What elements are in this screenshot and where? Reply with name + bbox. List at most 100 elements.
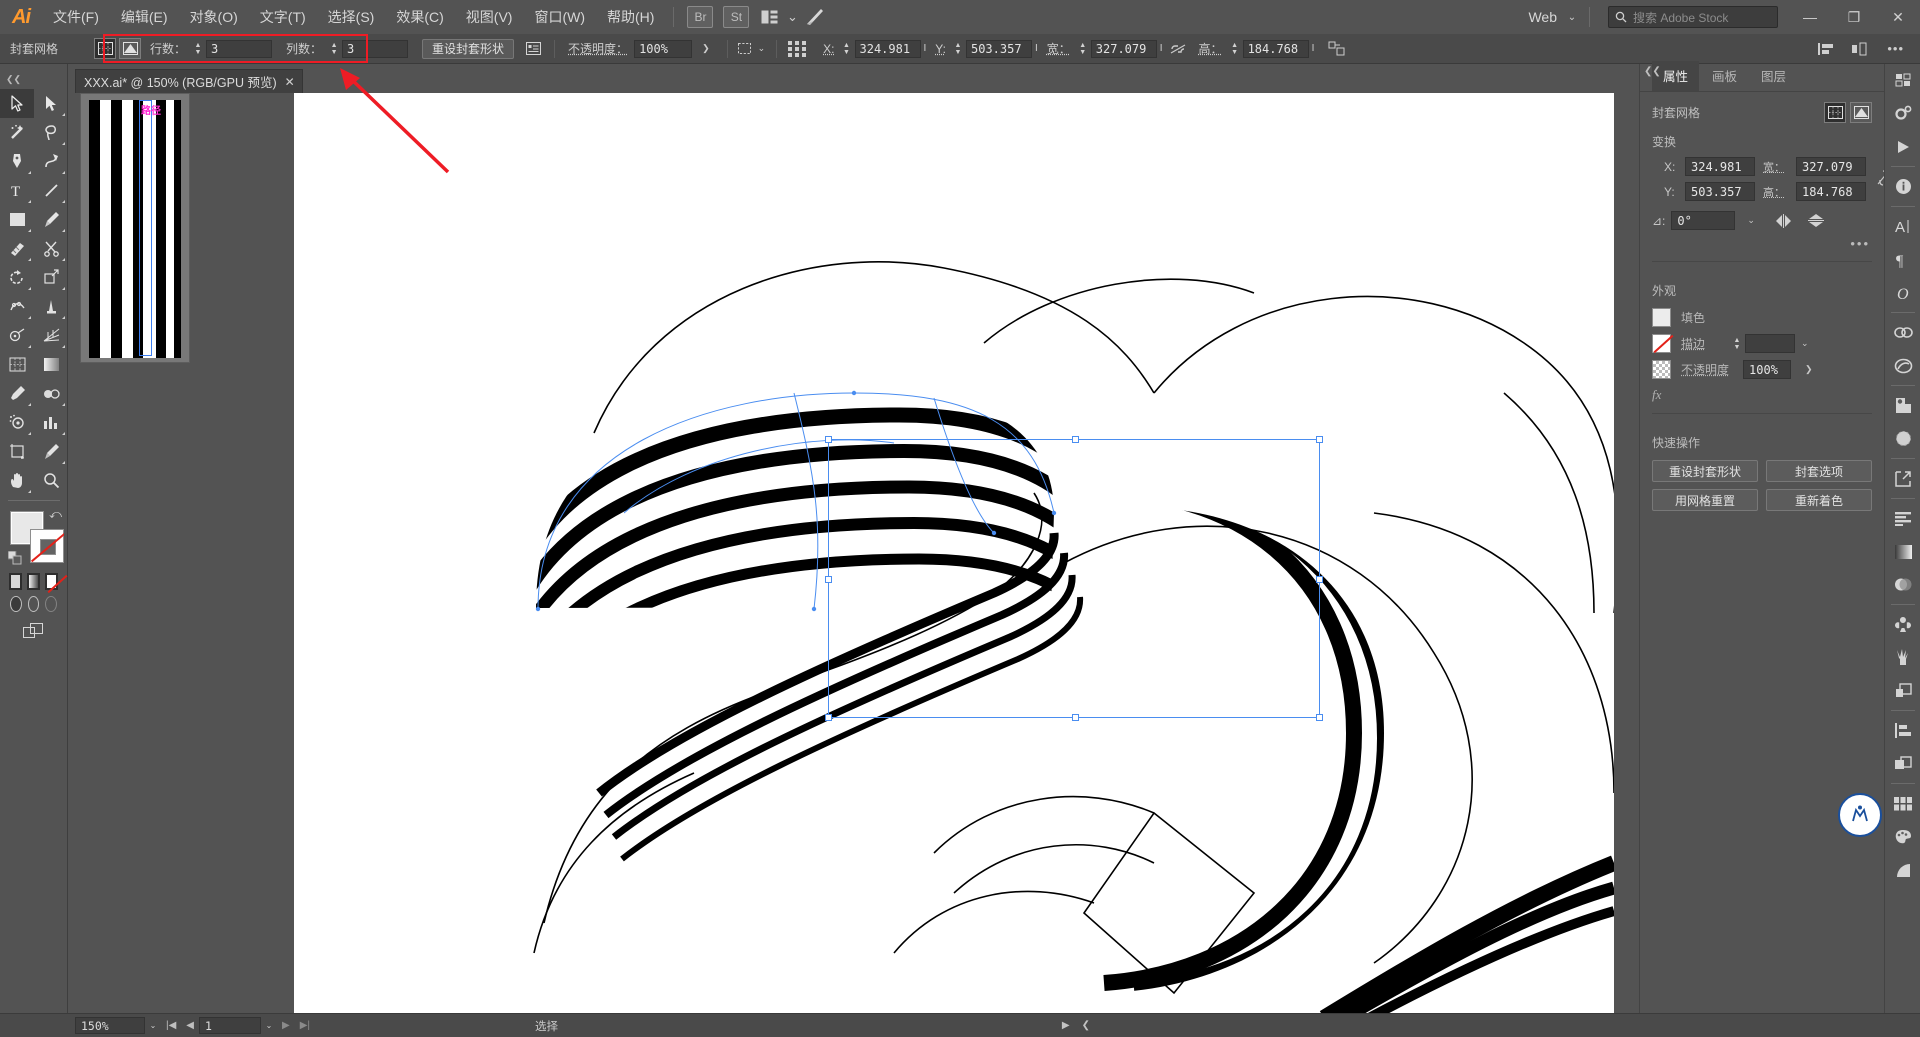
restore-button[interactable]: ❐ bbox=[1832, 0, 1876, 34]
gradient-swatch-mode[interactable] bbox=[27, 573, 40, 590]
image-trace-icon[interactable] bbox=[1885, 389, 1920, 422]
x-input[interactable]: 324.981 bbox=[1685, 157, 1755, 176]
magic-wand-tool[interactable] bbox=[0, 118, 34, 147]
menu-effect[interactable]: 效果(C) bbox=[385, 0, 454, 34]
bridge-icon[interactable]: Br bbox=[687, 6, 714, 28]
columns-stepper[interactable]: ▲ ▼ bbox=[328, 40, 340, 58]
align-lines-icon[interactable] bbox=[1885, 502, 1920, 535]
height-input[interactable]: 184.768 bbox=[1796, 182, 1866, 201]
rows-input[interactable]: 3 bbox=[206, 39, 273, 58]
transform-more-options-icon[interactable]: ••• bbox=[1640, 230, 1884, 251]
shaper-tool[interactable] bbox=[0, 234, 34, 263]
envelope-warp-icon[interactable] bbox=[1850, 102, 1872, 123]
swatches-icon[interactable] bbox=[1885, 787, 1920, 820]
handle-bottom-left[interactable] bbox=[825, 714, 832, 721]
align-panel-icon[interactable] bbox=[784, 38, 810, 59]
last-artboard-icon[interactable]: ▶| bbox=[295, 1020, 315, 1031]
gradient-icon[interactable] bbox=[1885, 535, 1920, 568]
character-icon[interactable]: A bbox=[1885, 210, 1920, 243]
eyedropper-tool[interactable] bbox=[0, 379, 34, 408]
document-tab[interactable]: XXX.ai* @ 150% (RGB/GPU 预览) ✕ bbox=[75, 69, 303, 93]
previous-artboard-icon[interactable]: ◀ bbox=[181, 1020, 199, 1031]
envelope-mesh-icon[interactable] bbox=[1824, 102, 1846, 123]
height-input[interactable]: 184.768 bbox=[1242, 39, 1309, 58]
opacity-expand-icon[interactable]: ❯ bbox=[1801, 364, 1813, 375]
flip-horizontal-icon[interactable] bbox=[1775, 213, 1792, 228]
scissors-tool[interactable] bbox=[34, 234, 68, 263]
full-screen-menu-mode-icon[interactable] bbox=[27, 596, 40, 612]
perspective-grid-tool[interactable] bbox=[34, 321, 68, 350]
canvas-area[interactable]: 飞特网 FEVTE.COM bbox=[294, 93, 1614, 1018]
zoom-chevron-down-icon[interactable]: ⌄ bbox=[145, 1021, 161, 1030]
next-artboard-icon[interactable]: ▶ bbox=[277, 1020, 295, 1031]
brushes-icon[interactable] bbox=[1885, 641, 1920, 674]
handle-bottom-center[interactable] bbox=[1072, 714, 1079, 721]
swap-fill-stroke-icon[interactable]: ⤺ bbox=[49, 507, 62, 522]
tab-layers[interactable]: 图层 bbox=[1750, 61, 1797, 91]
height-stepper[interactable]: ▲ ▼ bbox=[1229, 40, 1241, 58]
glyphs-icon[interactable]: O bbox=[1885, 276, 1920, 309]
blend-tool[interactable] bbox=[34, 379, 68, 408]
stroke-dashes-icon[interactable] bbox=[1885, 422, 1920, 455]
first-artboard-icon[interactable]: |◀ bbox=[161, 1020, 181, 1031]
rotate-angle-input[interactable]: 0° bbox=[1671, 211, 1736, 230]
rectangle-tool[interactable] bbox=[0, 205, 34, 234]
minimize-button[interactable]: — bbox=[1788, 0, 1832, 34]
artboard-tool[interactable] bbox=[0, 437, 34, 466]
recolor-button[interactable]: 重新着色 bbox=[1766, 489, 1872, 511]
line-segment-tool[interactable] bbox=[34, 176, 68, 205]
selection-tool[interactable] bbox=[0, 89, 34, 118]
column-graph-tool[interactable] bbox=[34, 408, 68, 437]
handle-middle-right[interactable] bbox=[1316, 576, 1323, 583]
gradient-tool[interactable] bbox=[34, 350, 68, 379]
handle-top-left[interactable] bbox=[825, 436, 832, 443]
reset-with-mesh-button[interactable]: 用网格重置 bbox=[1652, 489, 1758, 511]
handle-bottom-right[interactable] bbox=[1316, 714, 1323, 721]
width-stepper[interactable]: ▲ ▼ bbox=[1077, 40, 1089, 58]
workspace-label[interactable]: Web bbox=[1522, 9, 1563, 25]
color-swatch-mode[interactable] bbox=[9, 573, 22, 590]
fx-icon[interactable]: fx bbox=[1652, 387, 1661, 403]
transparency-icon[interactable] bbox=[1885, 568, 1920, 601]
properties-gear-icon[interactable] bbox=[1885, 97, 1920, 130]
select-similar-chevron-icon[interactable]: ⌄ bbox=[758, 43, 770, 54]
status-arrow-right-icon[interactable]: ▶ bbox=[1062, 1020, 1070, 1031]
color-guide-icon[interactable] bbox=[1885, 820, 1920, 853]
reference-point-icon[interactable] bbox=[1652, 157, 1656, 183]
layers-icon[interactable] bbox=[1885, 64, 1920, 97]
menu-file[interactable]: 文件(F) bbox=[42, 0, 110, 34]
envelope-options-icon[interactable] bbox=[522, 38, 544, 59]
x-input[interactable]: 324.981 bbox=[854, 39, 921, 58]
width-tool[interactable] bbox=[0, 292, 34, 321]
status-arrow-left-icon[interactable]: ❮ bbox=[1082, 1020, 1090, 1031]
direct-selection-tool[interactable] bbox=[34, 89, 68, 118]
envelope-warp-icon[interactable] bbox=[119, 38, 141, 59]
opacity-input[interactable]: 100% bbox=[634, 39, 693, 58]
artboard-thumbnail-panel[interactable]: 路径 bbox=[80, 93, 190, 363]
align-left-icon[interactable] bbox=[1815, 38, 1837, 59]
unlock-proportions-icon[interactable] bbox=[1166, 38, 1190, 59]
menu-view[interactable]: 视图(V) bbox=[455, 0, 524, 34]
zoom-tool[interactable] bbox=[34, 466, 68, 495]
select-similar-icon[interactable] bbox=[735, 38, 755, 59]
type-tool[interactable]: T bbox=[0, 176, 34, 205]
paragraph-icon[interactable]: ¶ bbox=[1885, 243, 1920, 276]
distribute-icon[interactable] bbox=[1848, 38, 1870, 59]
opacity-expand-icon[interactable]: ❯ bbox=[692, 43, 720, 54]
panel-collapse-icon[interactable]: ❮❮ bbox=[1644, 66, 1661, 77]
lasso-tool[interactable] bbox=[34, 118, 68, 147]
toolbar-collapse-icon[interactable]: ❮❮ bbox=[0, 74, 67, 89]
mesh-tool[interactable] bbox=[0, 350, 34, 379]
symbol-sprayer-tool[interactable] bbox=[0, 408, 34, 437]
home-screen-icon[interactable] bbox=[800, 4, 830, 30]
opacity-input[interactable]: 100% bbox=[1743, 360, 1792, 379]
paintbrush-tool[interactable] bbox=[34, 205, 68, 234]
columns-input[interactable]: 3 bbox=[342, 39, 409, 58]
close-button[interactable]: ✕ bbox=[1876, 0, 1920, 34]
menu-select[interactable]: 选择(S) bbox=[317, 0, 386, 34]
stroke-weight-input[interactable] bbox=[1745, 334, 1796, 353]
tab-artboards[interactable]: 画板 bbox=[1701, 61, 1748, 91]
discover-badge-icon[interactable] bbox=[1838, 793, 1882, 837]
selection-bounding-box[interactable] bbox=[825, 436, 1323, 721]
symbols-icon[interactable] bbox=[1885, 608, 1920, 641]
